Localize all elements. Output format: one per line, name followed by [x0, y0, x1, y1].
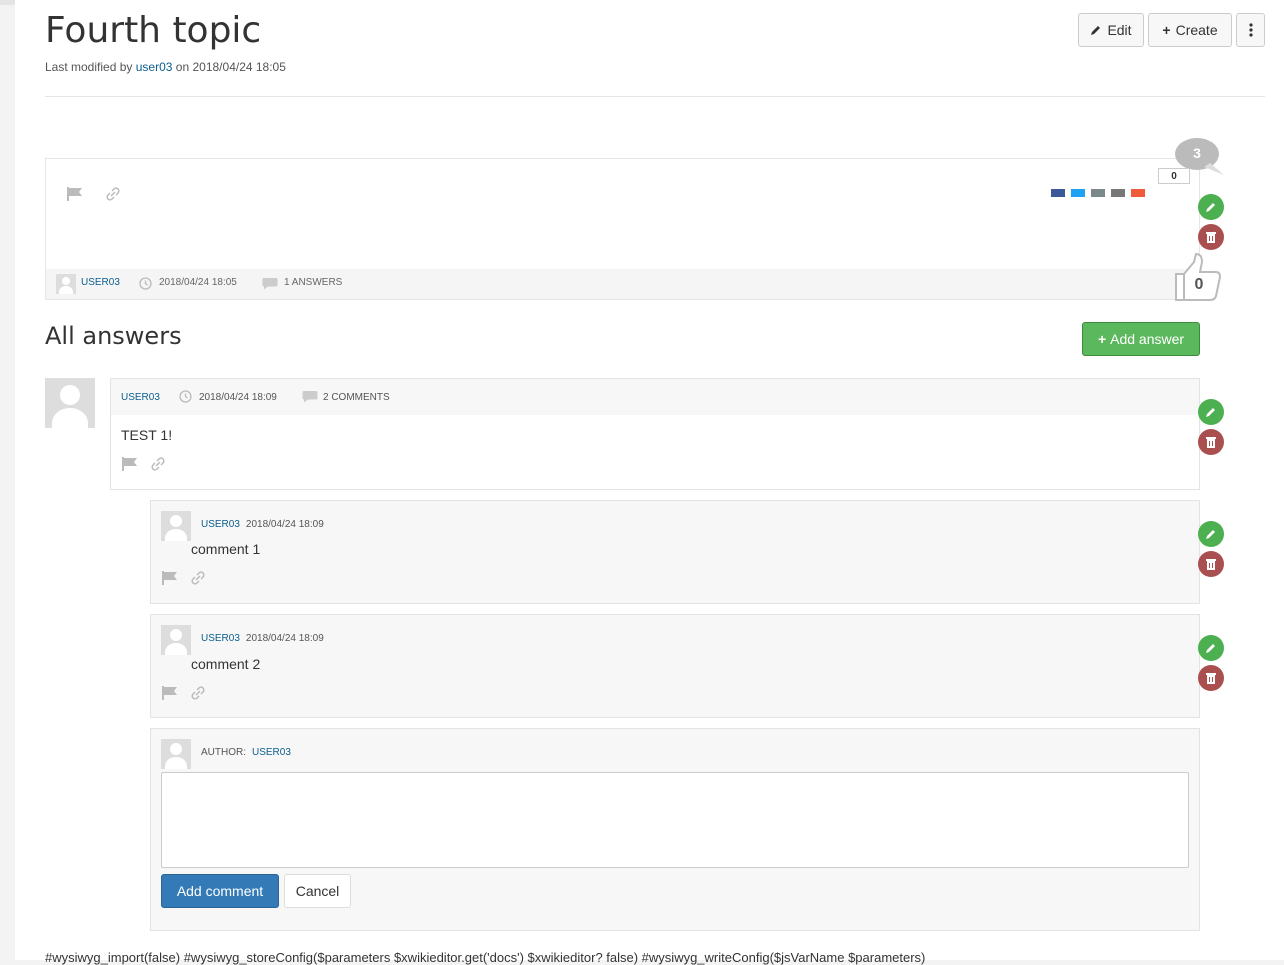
comment-bubble-icon: [302, 391, 318, 403]
counter-badge: 0: [1158, 168, 1190, 184]
question-footer: USER03 2018/04/24 18:05 1 ANSWERS: [46, 269, 1199, 299]
answer-header: USER03 2018/04/24 18:09 2 COMMENTS: [111, 379, 1199, 415]
question-date: 2018/04/24 18:05: [159, 277, 237, 288]
page-title: Fourth topic: [45, 10, 262, 51]
answers-count: 1 ANSWERS: [284, 277, 343, 288]
add-answer-button[interactable]: + Add answer: [1082, 322, 1200, 356]
print-icon[interactable]: [1091, 189, 1105, 197]
email-icon[interactable]: [1111, 189, 1125, 197]
plus-icon: +: [1162, 22, 1171, 38]
plus-share-icon[interactable]: [1131, 189, 1145, 197]
question-author-link[interactable]: USER03: [81, 277, 120, 288]
edit-comment-button[interactable]: [1198, 635, 1224, 661]
vote-count: 0: [1194, 276, 1204, 293]
page-content: Fourth topic Last modified by user03 on …: [0, 0, 1284, 965]
flag-icon[interactable]: [121, 457, 139, 471]
comment-meta: USER03 2018/04/24 18:09: [201, 519, 324, 530]
comment-textarea[interactable]: [161, 772, 1189, 868]
flag-icon[interactable]: [161, 571, 179, 585]
pencil-icon: [1091, 26, 1101, 35]
clock-icon: [139, 277, 152, 290]
delete-comment-button[interactable]: [1198, 551, 1224, 577]
link-icon[interactable]: [191, 571, 205, 585]
last-modified: Last modified by user03 on 2018/04/24 18…: [45, 60, 286, 74]
edit-button[interactable]: Edit: [1078, 13, 1144, 47]
add-comment-button[interactable]: Add comment: [161, 874, 279, 908]
comment-text: comment 2: [191, 656, 261, 672]
comment-box: USER03 2018/04/24 18:09 comment 2: [150, 614, 1200, 718]
comment-avatar: [161, 739, 191, 769]
comment-form: AUTHOR: USER03 Add comment Cancel: [150, 728, 1200, 931]
delete-answer-button[interactable]: [1198, 429, 1224, 455]
comment-box: USER03 2018/04/24 18:09 comment 1: [150, 500, 1200, 604]
more-actions-button[interactable]: [1236, 13, 1265, 47]
link-icon[interactable]: [106, 187, 120, 201]
answer-box: USER03 2018/04/24 18:09 2 COMMENTS TEST …: [110, 378, 1200, 490]
editor-config-text: #wysiwyg_import(false) #wysiwyg_storeCon…: [45, 950, 926, 965]
twitter-icon[interactable]: [1071, 189, 1085, 197]
delete-comment-button[interactable]: [1198, 665, 1224, 691]
divider: [45, 96, 1265, 97]
flag-icon[interactable]: [161, 686, 179, 700]
modified-user-link[interactable]: user03: [136, 60, 173, 74]
comment-avatar: [161, 511, 191, 541]
link-icon[interactable]: [151, 457, 165, 471]
create-button[interactable]: + Create: [1148, 13, 1232, 47]
trash-icon: [1206, 232, 1216, 243]
trash-icon: [1206, 559, 1216, 570]
answer-text: TEST 1!: [121, 427, 173, 443]
delete-question-button[interactable]: [1198, 224, 1224, 250]
comment-date: 2018/04/24 18:09: [245, 519, 324, 530]
flag-icon[interactable]: [66, 187, 84, 201]
comment-meta: USER03 2018/04/24 18:09: [201, 633, 324, 644]
answer-date: 2018/04/24 18:09: [199, 392, 277, 403]
comment-text: comment 1: [191, 541, 261, 557]
edit-question-button[interactable]: [1198, 194, 1224, 220]
pencil-icon: [1206, 644, 1215, 653]
comment-form-author-link[interactable]: USER03: [252, 747, 291, 758]
comments-count: 2 COMMENTS: [323, 392, 390, 403]
comment-date: 2018/04/24 18:09: [245, 633, 324, 644]
comment-form-author: AUTHOR: USER03: [201, 747, 291, 758]
comment-author-link[interactable]: USER03: [201, 519, 240, 530]
facebook-icon[interactable]: [1051, 189, 1065, 197]
avatar: [56, 274, 76, 294]
trash-icon: [1206, 437, 1216, 448]
comment-count: 3: [1193, 145, 1201, 161]
link-icon[interactable]: [191, 686, 205, 700]
edit-answer-button[interactable]: [1198, 399, 1224, 425]
vertical-ellipsis-icon: [1248, 23, 1253, 37]
plus-icon: +: [1097, 331, 1107, 347]
comment-avatar: [161, 625, 191, 655]
clock-icon: [179, 390, 192, 403]
answers-heading: All answers: [45, 322, 182, 350]
answer-avatar: [45, 378, 95, 428]
pencil-icon: [1206, 203, 1215, 212]
answer-author-link[interactable]: USER03: [121, 392, 160, 403]
comment-author-link[interactable]: USER03: [201, 633, 240, 644]
cancel-button[interactable]: Cancel: [284, 874, 351, 908]
vote-button[interactable]: 0: [1172, 252, 1224, 304]
pencil-icon: [1206, 408, 1215, 417]
question-box: USER03 2018/04/24 18:05 1 ANSWERS: [45, 158, 1200, 300]
comment-bubble-icon: [262, 278, 278, 290]
edit-comment-button[interactable]: [1198, 521, 1224, 547]
trash-icon: [1206, 673, 1216, 684]
pencil-icon: [1206, 530, 1215, 539]
